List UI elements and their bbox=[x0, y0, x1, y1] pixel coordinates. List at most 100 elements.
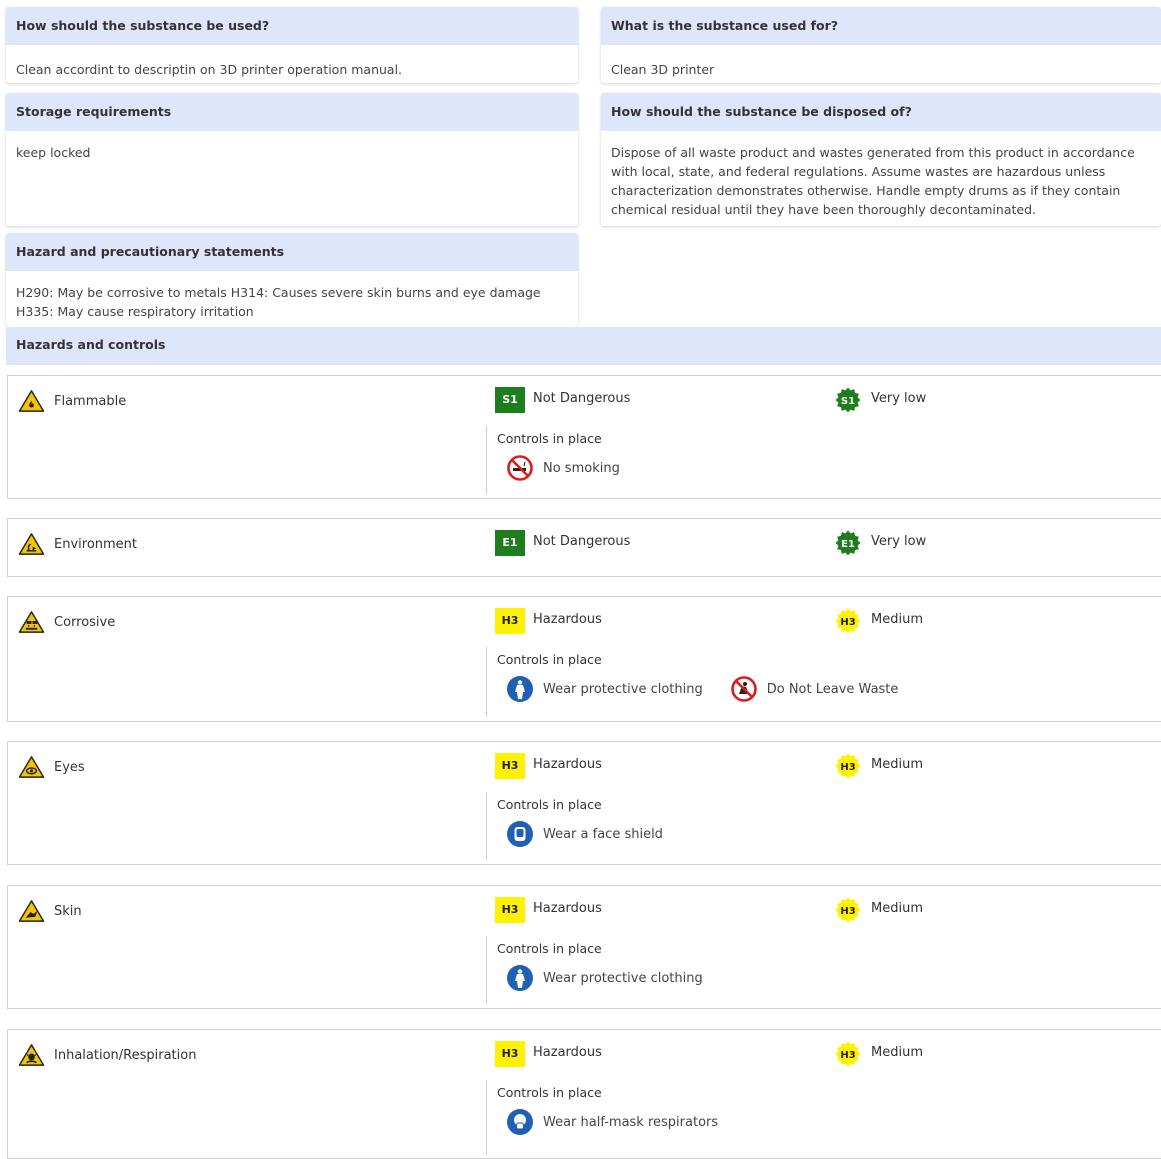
corrosive-hazard-icon bbox=[18, 610, 45, 634]
hazard-row-eyes: Eyes H3 Hazardous H3 Medium Controls in … bbox=[7, 741, 1161, 865]
disposal-card-text: Dispose of all waste product and wastes … bbox=[611, 145, 1135, 217]
face-shield-icon bbox=[506, 820, 534, 848]
hazard-name-group: Flammable bbox=[18, 389, 126, 413]
hazard-name: Inhalation/Respiration bbox=[54, 1047, 197, 1063]
hazard-name: Corrosive bbox=[54, 614, 116, 630]
controls-title: Controls in place bbox=[497, 1085, 602, 1100]
risk-level-badge: S1 bbox=[835, 387, 861, 413]
hazard-name-group: Corrosive bbox=[18, 610, 115, 634]
hazard-name-group: Skin bbox=[18, 899, 82, 923]
severity-code-badge: H3 bbox=[495, 753, 525, 779]
risk-code: E1 bbox=[841, 539, 855, 550]
risk-level-badge: H3 bbox=[835, 897, 861, 923]
hazard-row-corrosive: Corrosive H3 Hazardous H3 Medium Control… bbox=[7, 596, 1161, 722]
severity-label: Hazardous bbox=[533, 757, 602, 772]
purpose-card: What is the substance used for? Clean 3D… bbox=[601, 7, 1161, 83]
controls-list: Wear half-mask respirators bbox=[497, 1108, 736, 1136]
no-smoking-icon bbox=[506, 454, 534, 482]
purpose-card-text: Clean 3D printer bbox=[611, 62, 715, 77]
statements-card-title: Hazard and precautionary statements bbox=[6, 233, 578, 271]
severity-label: Hazardous bbox=[533, 1045, 602, 1060]
purpose-card-title: What is the substance used for? bbox=[601, 7, 1161, 45]
risk-code: H3 bbox=[840, 1050, 855, 1061]
controls-in-place: Controls in place No smoking bbox=[486, 426, 638, 494]
risk-code: S1 bbox=[841, 396, 855, 407]
hazard-row-inhalation-respiration: Inhalation/Respiration H3 Hazardous H3 M… bbox=[7, 1029, 1161, 1159]
controls-in-place: Controls in place Wear half-mask respirat… bbox=[486, 1080, 736, 1154]
controls-list: Wear a face shield bbox=[497, 820, 681, 848]
skin-hazard-icon bbox=[18, 899, 45, 923]
control-label: No smoking bbox=[543, 460, 620, 476]
risk-level-badge: H3 bbox=[835, 1041, 861, 1067]
statements-card: Hazard and precautionary statements H290… bbox=[6, 233, 578, 327]
control-item: Wear half-mask respirators bbox=[497, 1108, 718, 1136]
control-label: Wear protective clothing bbox=[543, 970, 703, 986]
risk-label: Very low bbox=[871, 391, 927, 406]
risk-label: Medium bbox=[871, 612, 923, 627]
usage-card: How should the substance be used? Clean … bbox=[6, 7, 578, 83]
severity-code-badge: H3 bbox=[495, 608, 525, 634]
control-item: Do Not Leave Waste bbox=[721, 675, 899, 703]
risk-level-badge: E1 bbox=[835, 530, 861, 556]
storage-card-title: Storage requirements bbox=[6, 93, 578, 131]
risk-label: Medium bbox=[871, 757, 923, 772]
controls-title: Controls in place bbox=[497, 941, 602, 956]
no-waste-icon bbox=[730, 675, 758, 703]
statements-card-text: H290: May be corrosive to metals H314: C… bbox=[16, 285, 541, 319]
environment-hazard-icon bbox=[18, 532, 45, 556]
hazard-row-flammable: Flammable S1 Not Dangerous S1 Very low C… bbox=[7, 375, 1161, 499]
controls-in-place: Controls in place Wear protective clothin… bbox=[486, 647, 916, 717]
disposal-card: How should the substance be disposed of?… bbox=[601, 93, 1161, 226]
usage-card-title: How should the substance be used? bbox=[6, 7, 578, 45]
severity-label: Hazardous bbox=[533, 901, 602, 916]
controls-title: Controls in place bbox=[497, 431, 602, 446]
risk-code: H3 bbox=[840, 617, 855, 628]
severity-label: Hazardous bbox=[533, 612, 602, 627]
risk-label: Very low bbox=[871, 534, 927, 549]
controls-list: No smoking bbox=[497, 454, 638, 482]
severity-code-badge: E1 bbox=[495, 530, 525, 556]
flame-hazard-icon bbox=[18, 389, 45, 413]
respirator-icon bbox=[506, 1108, 534, 1136]
hazard-name-group: Eyes bbox=[18, 755, 85, 779]
control-label: Do Not Leave Waste bbox=[766, 681, 899, 697]
hazard-name: Environment bbox=[54, 536, 138, 552]
protective-clothing-icon bbox=[506, 675, 534, 703]
hazard-name: Skin bbox=[54, 903, 82, 919]
controls-title: Controls in place bbox=[497, 652, 602, 667]
inhalation-hazard-icon bbox=[18, 1043, 45, 1067]
control-label: Wear protective clothing bbox=[543, 681, 703, 697]
eye-hazard-icon bbox=[18, 755, 45, 779]
control-label: Wear half-mask respirators bbox=[543, 1114, 719, 1130]
controls-list: Wear protective clothing bbox=[497, 964, 721, 992]
controls-list: Wear protective clothing Do Not Leave Was… bbox=[497, 675, 916, 703]
hazard-name: Eyes bbox=[54, 759, 85, 775]
control-label: Wear a face shield bbox=[543, 826, 663, 842]
hazard-row-environment: Environment E1 Not Dangerous E1 Very low bbox=[7, 518, 1161, 577]
risk-label: Medium bbox=[871, 901, 923, 916]
severity-code-badge: S1 bbox=[495, 387, 525, 413]
risk-code: H3 bbox=[840, 906, 855, 917]
hazard-name-group: Environment bbox=[18, 532, 137, 556]
severity-code-badge: H3 bbox=[495, 897, 525, 923]
risk-level-badge: H3 bbox=[835, 753, 861, 779]
controls-in-place: Controls in place Wear protective clothin… bbox=[486, 936, 721, 1004]
storage-card: Storage requirements keep locked bbox=[6, 93, 578, 226]
severity-code-badge: H3 bbox=[495, 1041, 525, 1067]
control-item: No smoking bbox=[497, 454, 620, 482]
usage-card-text: Clean accordint to descriptin on 3D prin… bbox=[16, 62, 403, 77]
severity-label: Not Dangerous bbox=[533, 391, 631, 406]
severity-label: Not Dangerous bbox=[533, 534, 631, 549]
storage-card-text: keep locked bbox=[16, 145, 91, 160]
disposal-card-title: How should the substance be disposed of? bbox=[601, 93, 1161, 131]
hazard-name: Flammable bbox=[54, 393, 127, 409]
control-item: Wear protective clothing bbox=[497, 675, 703, 703]
hazard-name-group: Inhalation/Respiration bbox=[18, 1043, 196, 1067]
risk-code: H3 bbox=[840, 762, 855, 773]
risk-label: Medium bbox=[871, 1045, 923, 1060]
hazard-row-skin: Skin H3 Hazardous H3 Medium Controls in … bbox=[7, 885, 1161, 1009]
protective-clothing-icon bbox=[506, 964, 534, 992]
risk-level-badge: H3 bbox=[835, 608, 861, 634]
control-item: Wear a face shield bbox=[497, 820, 663, 848]
control-item: Wear protective clothing bbox=[497, 964, 703, 992]
